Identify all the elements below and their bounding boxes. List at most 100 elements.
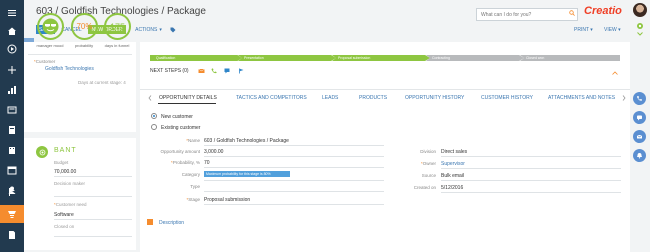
description-section-header[interactable]: Description xyxy=(159,220,184,226)
tab-opportunity-details[interactable]: OPPORTUNITY DETAILS xyxy=(159,95,217,101)
tab-products[interactable]: PRODUCTS xyxy=(359,95,387,101)
owner-link[interactable]: Supervisor xyxy=(441,161,465,167)
owner-label: Owner xyxy=(380,161,436,166)
existing-customer-label: Existing customer xyxy=(161,125,201,131)
home-icon[interactable] xyxy=(0,22,24,40)
division-field[interactable]: Direct sales xyxy=(441,149,467,155)
search-input[interactable] xyxy=(476,8,578,21)
probability-field[interactable]: 70 xyxy=(204,160,210,166)
tab-leads[interactable]: LEADS xyxy=(322,95,338,101)
budget-label: Budget xyxy=(54,160,69,165)
bant-title: BANT xyxy=(54,147,77,154)
days-in-funnel-value: 175 xyxy=(109,21,126,32)
dashboards-icon[interactable] xyxy=(0,81,24,99)
left-nav xyxy=(0,0,24,252)
divider xyxy=(54,196,132,197)
stage-label: Stage xyxy=(150,197,200,202)
opportunity-amount-field[interactable]: 3,000.00 xyxy=(204,149,223,155)
stage-qualification[interactable]: Qualification xyxy=(150,55,242,61)
activities-icon[interactable] xyxy=(0,161,24,179)
tab-tactics-and-competitors[interactable]: TACTICS AND COMPETITORS xyxy=(236,95,307,101)
search-icon[interactable] xyxy=(569,10,575,18)
created-on-value: 5/12/2016 xyxy=(441,185,464,191)
stage-contracting[interactable]: Contracting xyxy=(426,55,524,61)
email-icon[interactable] xyxy=(633,130,646,143)
print-button[interactable]: PRINT ▾ xyxy=(574,27,593,33)
print-label: PRINT xyxy=(574,27,589,33)
chevron-up-icon[interactable] xyxy=(612,71,618,77)
next-steps-label: NEXT STEPS (0) xyxy=(150,68,189,74)
stage-closed-won[interactable]: Closed won xyxy=(520,55,620,61)
view-label: VIEW xyxy=(604,27,617,33)
customer-need-value[interactable]: Software xyxy=(54,212,74,218)
chat-icon[interactable] xyxy=(224,68,230,76)
manager-mood-gauge xyxy=(37,13,64,40)
divider xyxy=(441,192,621,193)
flag-icon[interactable] xyxy=(0,183,24,201)
email-icon[interactable] xyxy=(198,68,205,76)
caret-down-icon: ▾ xyxy=(616,27,621,33)
divider xyxy=(54,236,132,237)
new-customer-radio[interactable] xyxy=(151,113,157,119)
actions-menu-button[interactable]: ACTIONS ▾ xyxy=(130,25,167,34)
metrics-card xyxy=(24,42,136,132)
notifications-icon[interactable] xyxy=(633,149,646,162)
chevron-left-icon[interactable] xyxy=(148,95,152,103)
view-button[interactable]: VIEW ▾ xyxy=(604,27,621,33)
divider xyxy=(441,180,621,181)
documents-icon[interactable] xyxy=(0,226,24,244)
smiley-icon xyxy=(42,18,59,35)
chevron-down-icon[interactable] xyxy=(637,32,643,38)
stage-field[interactable]: Proposal submission xyxy=(204,197,250,203)
avatar[interactable] xyxy=(633,3,647,17)
customer-link[interactable]: Goldfish Technologies xyxy=(45,66,94,72)
play-icon[interactable] xyxy=(0,40,24,58)
tag-icon[interactable] xyxy=(170,27,176,35)
bant-icon xyxy=(36,146,48,158)
category-label: Category xyxy=(181,172,200,177)
call-icon[interactable] xyxy=(211,68,217,76)
flag-icon[interactable] xyxy=(238,68,244,76)
divider xyxy=(441,168,621,169)
active-tab-indicator xyxy=(158,103,216,104)
opportunities-icon[interactable] xyxy=(0,205,24,223)
customer-need-label: Customer need xyxy=(54,202,87,207)
tab-customer-history[interactable]: CUSTOMER HISTORY xyxy=(481,95,533,101)
menu-icon[interactable] xyxy=(0,4,24,22)
name-label: Name xyxy=(150,138,200,143)
stage-proposal-submission[interactable]: Proposal submission xyxy=(332,55,430,61)
divider xyxy=(204,156,384,157)
tab-attachments-and-notes[interactable]: ATTACHMENTS AND NOTES xyxy=(548,95,615,101)
existing-customer-radio[interactable] xyxy=(151,124,157,130)
name-field[interactable]: 603 / Goldfish Technologies / Package xyxy=(204,138,289,144)
tab-opportunity-history[interactable]: OPPORTUNITY HISTORY xyxy=(405,95,464,101)
opportunity-amount-label: Opportunity amount xyxy=(160,149,200,154)
add-icon[interactable] xyxy=(0,61,24,79)
phone-icon[interactable] xyxy=(633,92,646,105)
new-customer-label: New customer xyxy=(161,114,193,120)
collapse-section-icon[interactable] xyxy=(147,219,153,225)
probability-gauge: 70% xyxy=(71,13,98,40)
probability-label: Probability, % xyxy=(150,160,200,165)
manager-mood-label: manager mood xyxy=(36,43,64,48)
accounts-icon[interactable] xyxy=(0,141,24,159)
division-label: Division xyxy=(420,149,436,154)
caret-down-icon: ▾ xyxy=(588,27,593,33)
decision-maker-label: Decision maker xyxy=(54,181,86,186)
gear-icon[interactable] xyxy=(636,22,644,32)
divider xyxy=(204,167,384,168)
type-label: Type xyxy=(190,184,200,189)
probability-value: 70% xyxy=(76,22,93,31)
source-field[interactable]: Bulk email xyxy=(441,173,464,179)
stage-presentation[interactable]: Presentation xyxy=(238,55,336,61)
customer-label: Customer xyxy=(34,59,56,64)
chevron-right-icon[interactable] xyxy=(622,95,626,103)
probability-label: probability xyxy=(74,43,94,48)
contacts-icon[interactable] xyxy=(0,121,24,139)
actions-label: ACTIONS xyxy=(135,26,158,33)
chat-icon[interactable] xyxy=(633,111,646,124)
divider xyxy=(28,54,132,55)
days-in-funnel-label: days in funnel xyxy=(104,43,130,48)
feed-icon[interactable] xyxy=(0,101,24,119)
budget-value[interactable]: 70,000.00 xyxy=(54,169,76,175)
